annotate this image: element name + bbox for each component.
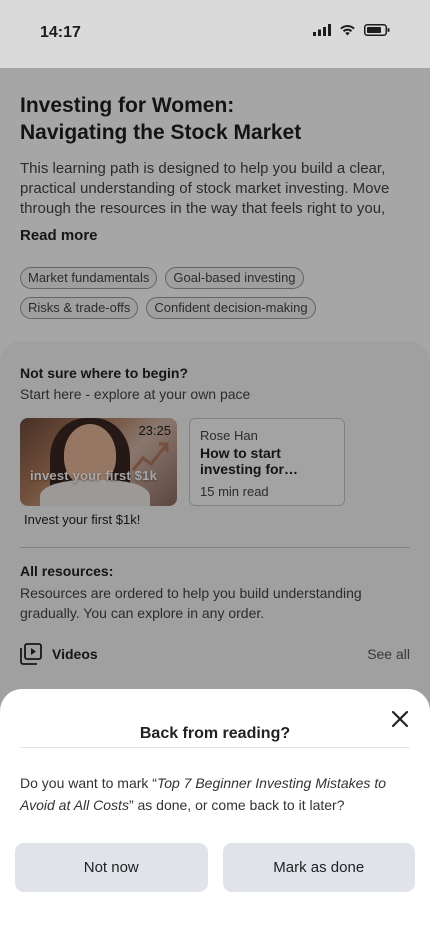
dialog-body: Do you want to mark “Top 7 Beginner Inve… — [20, 772, 410, 816]
mark-as-done-button[interactable]: Mark as done — [222, 843, 415, 892]
status-icons — [313, 24, 390, 36]
status-time: 14:17 — [40, 24, 81, 41]
status-bar: 14:17 — [0, 0, 430, 68]
not-now-button[interactable]: Not now — [15, 843, 208, 892]
back-from-reading-sheet: Back from reading? Do you want to mark “… — [0, 689, 430, 932]
signal-icon — [313, 24, 331, 36]
dialog-body-prefix: Do you want to mark “ — [20, 775, 157, 791]
close-icon — [391, 710, 409, 728]
dialog-actions: Not now Mark as done — [15, 843, 415, 892]
wifi-icon — [340, 24, 355, 36]
battery-icon — [364, 24, 390, 36]
close-button[interactable] — [388, 707, 412, 731]
dialog-body-suffix: ” as done, or come back to it later? — [128, 797, 345, 813]
dialog-title: Back from reading? — [20, 725, 410, 748]
